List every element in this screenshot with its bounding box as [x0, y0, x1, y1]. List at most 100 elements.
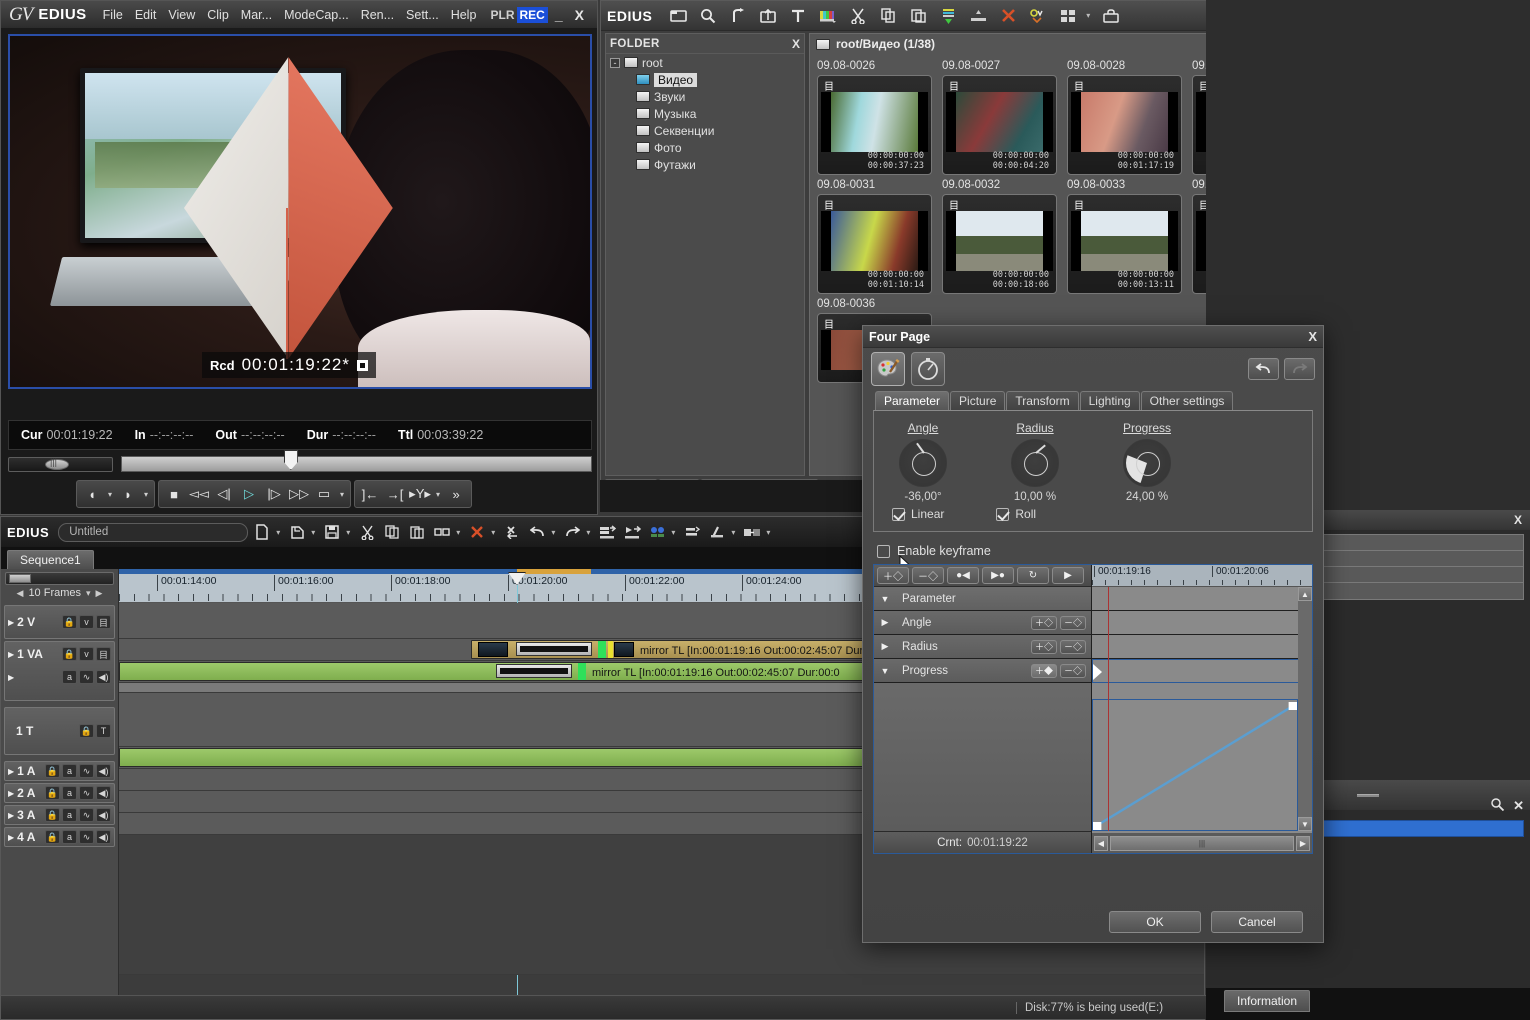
add-keyframe-icon[interactable]: ＋◇	[1031, 640, 1057, 654]
next-keyframe-icon[interactable]: ▶●	[982, 567, 1014, 584]
ok-button[interactable]: OK	[1109, 911, 1201, 933]
tab-other-settings[interactable]: Other settings	[1141, 391, 1234, 410]
kf-track-progress[interactable]	[1092, 659, 1312, 683]
track-speaker-icon[interactable]: ◀)	[96, 764, 111, 778]
prev-keyframe-icon[interactable]: ●◀	[947, 567, 979, 584]
track-header-2v[interactable]: ▶ 2 V 🔒 v 目	[4, 605, 115, 639]
track-waveform-icon[interactable]: ∿	[79, 764, 94, 778]
track-lock-icon[interactable]: 🔒	[45, 830, 60, 844]
close-button[interactable]: X	[570, 7, 589, 23]
menu-clip[interactable]: Clip	[201, 5, 235, 25]
play-keyframe-icon[interactable]: ▶	[1052, 567, 1084, 584]
add-clip-icon[interactable]	[756, 5, 780, 27]
checkbox-roll[interactable]: Roll	[996, 507, 1036, 521]
track-audio-expand-icon[interactable]: ▶	[8, 673, 14, 682]
ripple-delete-icon[interactable]	[501, 521, 523, 543]
track-lock-icon[interactable]: 🔒	[79, 724, 94, 738]
copy-icon[interactable]	[381, 521, 403, 543]
expand-icon[interactable]: ▶	[874, 617, 896, 628]
insert-mode-icon[interactable]	[596, 521, 618, 543]
add-marker-button[interactable]: ▸Y▸	[408, 482, 432, 506]
dialog-close-button[interactable]: X	[1308, 329, 1317, 344]
more-options-button[interactable]: »	[444, 482, 468, 506]
track-lock-icon[interactable]: 🔒	[62, 647, 77, 661]
redo-icon[interactable]	[1284, 358, 1315, 380]
zoom-in-icon[interactable]: ▶	[96, 588, 103, 599]
trim-icon[interactable]	[706, 521, 728, 543]
progress-knob[interactable]	[1123, 439, 1171, 487]
set-in-point-button[interactable]: ◖	[80, 482, 104, 506]
project-name-field[interactable]: Untitled	[58, 523, 248, 542]
keyframe-vertical-scrollbar[interactable]: ▲ ▼	[1298, 587, 1312, 831]
track-expand-icon[interactable]: ▶	[8, 618, 14, 627]
tab-information[interactable]: Information	[1224, 990, 1310, 1012]
menu-view[interactable]: View	[162, 5, 201, 25]
track-header-1a[interactable]: ▶ 1 A 🔒 a ∿ ◀)	[4, 761, 115, 781]
tree-item-video[interactable]: Видео	[606, 71, 804, 88]
dur-value[interactable]: --:--:--:--	[332, 428, 376, 442]
clip-item[interactable]: 09.08-0027 目 00:00:00:0000:00:04:20	[942, 60, 1057, 175]
out-value[interactable]: --:--:--:--	[241, 428, 285, 442]
track-mute-icon[interactable]: v	[79, 647, 94, 661]
folder-panel-close[interactable]: X	[792, 37, 800, 51]
new-folder-icon[interactable]	[666, 5, 690, 27]
current-value[interactable]: 00:01:19:22	[967, 837, 1028, 849]
track-speaker-icon[interactable]: ◀)	[96, 830, 111, 844]
track-waveform-icon[interactable]: ∿	[79, 808, 94, 822]
scroll-left-icon[interactable]: ◀	[1094, 836, 1108, 851]
track-video-icon[interactable]: 目	[96, 647, 111, 661]
ripple-icon[interactable]	[431, 521, 453, 543]
clip-thumbnail[interactable]: 目 00:00:00:0000:01:10:14	[817, 194, 932, 294]
remove-keyframe-icon[interactable]: －◇	[1060, 640, 1086, 654]
kf-row-progress[interactable]: ▼ Progress ＋◆－◇	[874, 659, 1091, 683]
ripple-dropdown-icon[interactable]: ▾	[456, 528, 460, 537]
delete-icon[interactable]	[996, 5, 1020, 27]
in-dropdown-icon[interactable]: ▾	[105, 490, 115, 499]
tree-item-music[interactable]: Музыка	[606, 105, 804, 122]
insert-icon[interactable]	[966, 5, 990, 27]
zoom-out-icon[interactable]: ◀	[17, 588, 24, 599]
copy-icon[interactable]	[876, 5, 900, 27]
track-header-2a[interactable]: ▶ 2 A 🔒 a ∿ ◀)	[4, 783, 115, 803]
undo-dropdown-icon[interactable]: ▾	[551, 528, 555, 537]
track-header-3a[interactable]: ▶ 3 A 🔒 a ∿ ◀)	[4, 805, 115, 825]
track-audio-lock-icon[interactable]: a	[62, 786, 77, 800]
undo-icon[interactable]	[1248, 358, 1279, 380]
insert-to-timeline-button[interactable]: ]←	[358, 482, 382, 506]
loop-keyframe-icon[interactable]: ↻	[1017, 567, 1049, 584]
clip-item[interactable]: 09.08-0028 目 00:00:00:0000:01:17:19	[1067, 60, 1182, 175]
properties-icon[interactable]	[1026, 5, 1050, 27]
transition-icon[interactable]	[741, 521, 763, 543]
track-audio-lock-icon[interactable]: a	[62, 830, 77, 844]
add-to-timeline-icon[interactable]	[936, 5, 960, 27]
trim-dropdown-icon[interactable]: ▾	[731, 528, 735, 537]
zoom-dropdown-icon[interactable]: ▾	[86, 588, 91, 599]
param-value[interactable]: -36,00°	[892, 491, 954, 503]
checkbox-enable-keyframe[interactable]: Enable keyframe	[877, 544, 1323, 558]
kf-track-radius[interactable]	[1092, 635, 1312, 659]
paste-icon[interactable]	[906, 5, 930, 27]
scroll-right-icon[interactable]: ▶	[1296, 836, 1310, 851]
radius-knob[interactable]	[1011, 439, 1059, 487]
kf-row-angle[interactable]: ▶ Angle ＋◇－◇	[874, 611, 1091, 635]
in-value[interactable]: --:--:--:--	[150, 428, 194, 442]
delete-dropdown-icon[interactable]: ▾	[491, 528, 495, 537]
overwrite-to-timeline-button[interactable]: →[	[383, 482, 407, 506]
marker-dropdown-icon[interactable]: ▾	[433, 490, 443, 499]
remove-keyframe-icon[interactable]: －◇	[1060, 616, 1086, 630]
tree-root[interactable]: - root	[606, 54, 804, 71]
transition-dropdown-icon[interactable]: ▾	[766, 528, 770, 537]
player-mode-rec[interactable]: REC	[517, 7, 548, 23]
close-icon[interactable]: ✕	[1513, 798, 1524, 814]
track-waveform-icon[interactable]: ∿	[79, 786, 94, 800]
track-lock-icon[interactable]: 🔒	[45, 786, 60, 800]
magnifier-icon[interactable]	[1490, 797, 1505, 814]
track-lock-icon[interactable]: 🔒	[62, 615, 77, 629]
checkbox-linear[interactable]: Linear	[892, 507, 944, 521]
menu-file[interactable]: File	[97, 5, 129, 25]
paste-icon[interactable]	[406, 521, 428, 543]
color-bar-icon[interactable]	[816, 5, 840, 27]
menu-mode-capture[interactable]: ModeCap...	[278, 5, 355, 25]
collapse-icon[interactable]: ▼	[874, 666, 896, 676]
group-dropdown-icon[interactable]: ▾	[671, 528, 675, 537]
